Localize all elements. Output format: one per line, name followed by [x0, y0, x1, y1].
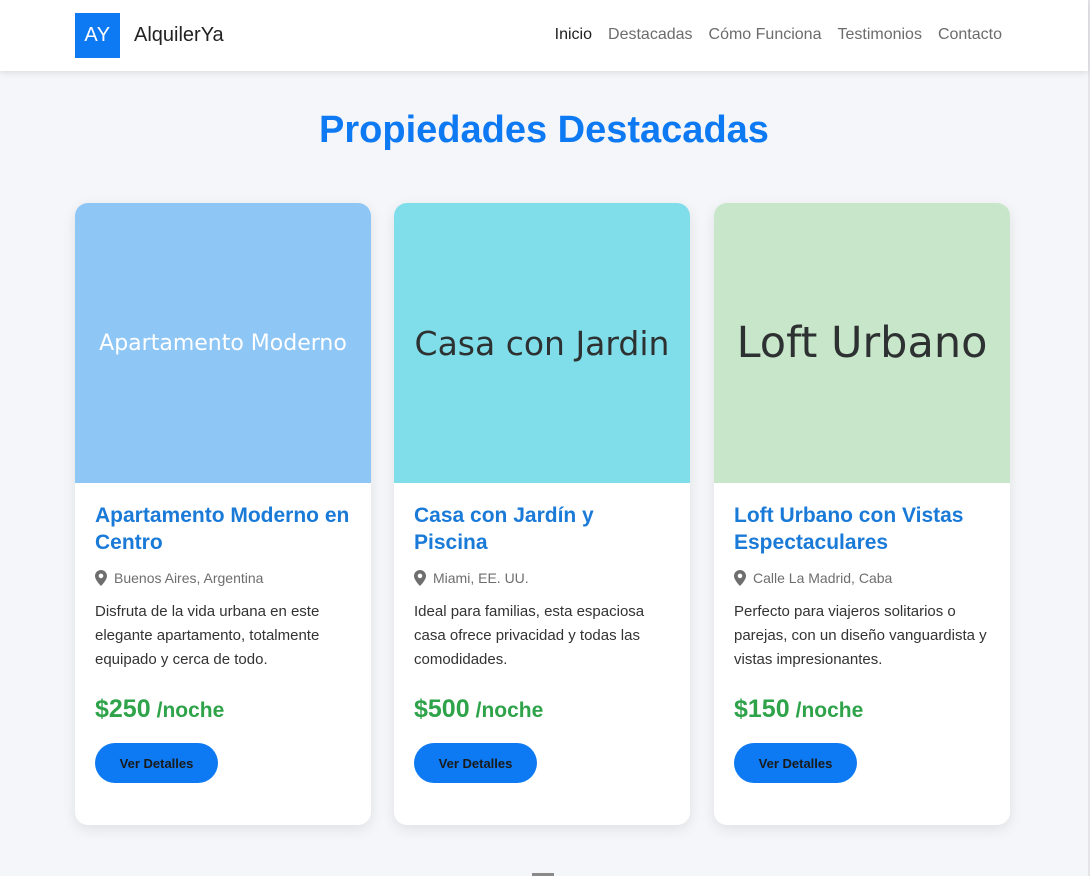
property-description: Disfruta de la vida urbana en este elega… — [95, 603, 320, 668]
section-title: Propiedades Destacadas — [319, 109, 769, 151]
price-amount: $250 — [95, 695, 151, 723]
nav-menu: Inicio Destacadas Cómo Funciona Testimon… — [555, 25, 1002, 45]
property-description: Perfecto para viajeros solitarios o pare… — [734, 603, 987, 668]
brand-link[interactable]: AY AlquilerYa — [75, 13, 224, 58]
view-details-button[interactable]: Ver Detalles — [414, 743, 537, 783]
brand-name: AlquilerYa — [134, 24, 224, 46]
property-title: Loft Urbano con Vistas Espectaculares — [734, 504, 964, 554]
nav-item-como-funciona[interactable]: Cómo Funciona — [709, 25, 822, 45]
property-image: Casa con Jardin — [394, 203, 690, 483]
location-label: Miami, EE. UU. — [433, 570, 529, 586]
view-details-button[interactable]: Ver Detalles — [95, 743, 218, 783]
price-unit: /noche — [795, 699, 864, 722]
property-card: Apartamento Moderno Apartamento Moderno … — [75, 203, 371, 825]
property-image: Apartamento Moderno — [75, 203, 371, 483]
property-title: Casa con Jardín y Piscina — [414, 504, 594, 554]
map-pin-icon — [734, 570, 746, 586]
price-amount: $500 — [414, 695, 470, 723]
nav-item-destacadas[interactable]: Destacadas — [608, 25, 693, 45]
nav-item-testimonios[interactable]: Testimonios — [837, 25, 921, 45]
property-card: Loft Urbano Loft Urbano con Vistas Espec… — [714, 203, 1010, 825]
price-unit: /noche — [475, 699, 544, 722]
property-price: $500 /noche — [414, 694, 670, 726]
property-location: Calle La Madrid, Caba — [734, 569, 990, 587]
price-unit: /noche — [156, 699, 225, 722]
location-label: Calle La Madrid, Caba — [753, 570, 893, 586]
property-card: Casa con Jardin Casa con Jardín y Piscin… — [394, 203, 690, 825]
location-label: Buenos Aires, Argentina — [114, 570, 264, 586]
property-title: Apartamento Moderno en Centro — [95, 504, 350, 554]
map-pin-icon — [95, 570, 107, 586]
brand-logo: AY — [75, 13, 120, 58]
property-description: Ideal para familias, esta espaciosa casa… — [414, 603, 645, 668]
map-pin-icon — [414, 570, 426, 586]
property-price: $250 /noche — [95, 694, 351, 726]
nav-item-contacto[interactable]: Contacto — [938, 25, 1002, 45]
navbar: AY AlquilerYa Inicio Destacadas Cómo Fun… — [0, 0, 1088, 71]
property-location: Miami, EE. UU. — [414, 569, 670, 587]
view-details-button[interactable]: Ver Detalles — [734, 743, 857, 783]
nav-item-inicio[interactable]: Inicio — [555, 25, 592, 45]
property-location: Buenos Aires, Argentina — [95, 569, 351, 587]
price-amount: $150 — [734, 695, 790, 723]
property-image: Loft Urbano — [714, 203, 1010, 483]
property-price: $150 /noche — [734, 694, 990, 726]
